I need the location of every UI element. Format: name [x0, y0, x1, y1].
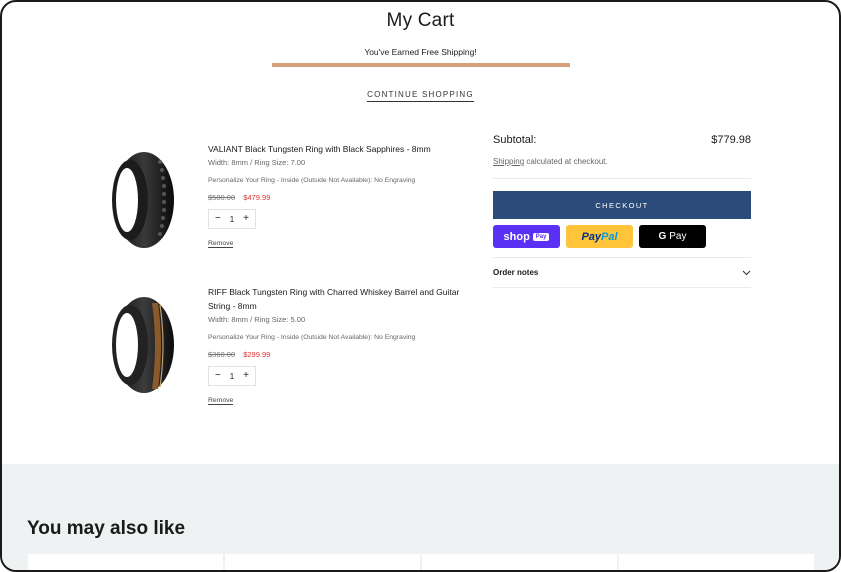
cart-item-info: VALIANT Black Tungsten Ring with Black S… [208, 142, 480, 250]
remove-item-link[interactable]: Remove [208, 240, 234, 248]
product-card[interactable] [422, 554, 617, 570]
sale-price: $299.99 [243, 350, 271, 359]
remove-item-link[interactable]: Remove [208, 397, 234, 405]
cart-item-variant: Width: 8mm / Ring Size: 5.00 [208, 315, 306, 324]
quantity-decrease-button[interactable]: − [215, 214, 221, 224]
product-card[interactable] [28, 554, 223, 570]
shop-pay-badge: Pay [532, 232, 550, 241]
order-summary: Subtotal: $779.98 Shipping calculated at… [493, 134, 751, 288]
free-shipping-progress-bar [272, 63, 570, 67]
quantity-decrease-button[interactable]: − [215, 371, 221, 381]
subtotal-label: Subtotal: [493, 134, 537, 146]
shop-pay-button[interactable]: shop Pay [493, 225, 560, 248]
product-card[interactable] [225, 554, 420, 570]
related-products-section: You may also like [2, 464, 839, 570]
cart-item-variant: Width: 8mm / Ring Size: 7.00 [208, 158, 306, 167]
google-g-icon: G [658, 231, 667, 242]
shipping-link[interactable]: Shipping [493, 157, 524, 166]
free-shipping-progress-fill [272, 63, 570, 67]
subtotal-row: Subtotal: $779.98 [493, 134, 751, 146]
cart-page: My Cart You've Earned Free Shipping! CON… [0, 0, 841, 572]
cart-item-info: RIFF Black Tungsten Ring with Charred Wh… [208, 285, 480, 407]
paypal-logo-part1: Pay [581, 230, 602, 243]
quantity-stepper: − 1 + [208, 209, 256, 229]
paypal-logo-part2: Pal [601, 230, 618, 243]
divider [493, 178, 751, 179]
related-products-grid [28, 554, 814, 570]
continue-shopping-link[interactable]: CONTINUE SHOPPING [367, 90, 474, 102]
quantity-value[interactable]: 1 [230, 215, 234, 224]
ring-image[interactable] [100, 142, 190, 257]
cart-item-personalization: Personalize Your Ring - Inside (Outside … [208, 334, 416, 341]
shipping-note-text: calculated at checkout. [524, 157, 608, 166]
quantity-value[interactable]: 1 [230, 372, 234, 381]
shop-pay-logo: shop [503, 230, 530, 243]
original-price: $360.00 [208, 350, 236, 359]
order-notes-label: Order notes [493, 268, 539, 277]
original-price: $580.00 [208, 193, 236, 202]
cart-item-price: $360.00 $299.99 [208, 350, 480, 359]
subtotal-value: $779.98 [711, 134, 751, 146]
google-pay-button[interactable]: G Pay [639, 225, 706, 248]
cart-item-personalization: Personalize Your Ring - Inside (Outside … [208, 177, 416, 184]
cart-item-price: $580.00 $479.99 [208, 193, 480, 202]
order-notes-toggle[interactable]: Order notes [493, 257, 751, 288]
ring-image[interactable] [100, 285, 190, 400]
page-title: My Cart [386, 10, 455, 31]
shipping-note: Shipping calculated at checkout. [493, 157, 751, 166]
cart-item-title[interactable]: VALIANT Black Tungsten Ring with Black S… [208, 142, 480, 156]
free-shipping-message: You've Earned Free Shipping! [364, 47, 477, 57]
cart-item-title[interactable]: RIFF Black Tungsten Ring with Charred Wh… [208, 285, 480, 313]
related-products-title: You may also like [27, 518, 186, 539]
chevron-down-icon [742, 270, 751, 275]
quantity-stepper: − 1 + [208, 366, 256, 386]
quantity-increase-button[interactable]: + [243, 371, 249, 381]
continue-shopping-wrap: CONTINUE SHOPPING [2, 84, 839, 102]
express-checkout-buttons: shop Pay Pay Pal G Pay [493, 225, 751, 248]
sale-price: $479.99 [243, 193, 271, 202]
quantity-increase-button[interactable]: + [243, 214, 249, 224]
checkout-button[interactable]: CHECKOUT [493, 191, 751, 219]
paypal-button[interactable]: Pay Pal [566, 225, 633, 248]
product-card[interactable] [619, 554, 814, 570]
google-pay-label: Pay [669, 231, 687, 242]
